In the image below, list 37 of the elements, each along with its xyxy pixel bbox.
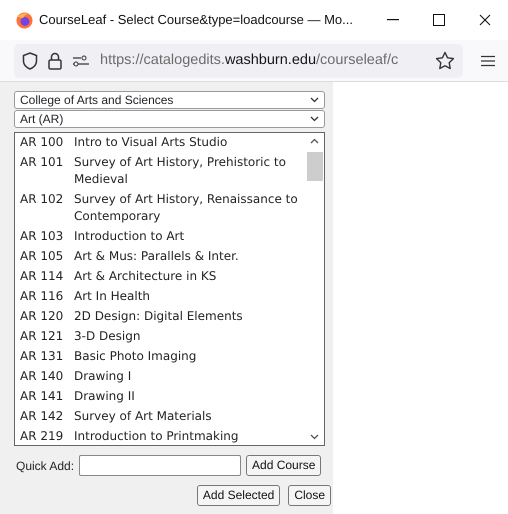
- browser-logo-icon: [16, 12, 33, 28]
- address-bar[interactable]: https://catalogedits.washburn.edu/courseleaf/c: [14, 44, 463, 78]
- quick-add-field[interactable]: [79, 455, 242, 476]
- maximize-icon[interactable]: [433, 14, 445, 26]
- course-option[interactable]: AR 120 2D Design: Digital Elements: [20, 308, 306, 325]
- course-option[interactable]: AR 114 Art & Architecture in KS: [20, 268, 306, 285]
- add-course-button[interactable]: Add Course: [246, 455, 322, 476]
- close-button[interactable]: Close: [288, 485, 331, 506]
- course-option[interactable]: AR 105 Art & Mus: Parallels & Inter.: [20, 248, 306, 265]
- college-select[interactable]: College of Arts and Sciences: [14, 91, 325, 109]
- minimize-icon[interactable]: [387, 19, 399, 21]
- close-icon[interactable]: [479, 14, 491, 26]
- star-icon[interactable]: [435, 51, 455, 70]
- add-selected-button[interactable]: Add Selected: [196, 485, 280, 506]
- course-option[interactable]: AR 131 Basic Photo Imaging: [20, 348, 306, 365]
- scrollbar-thumb[interactable]: [307, 152, 323, 181]
- course-option[interactable]: AR 103 Introduction to Art: [20, 228, 306, 245]
- course-option[interactable]: AR 101 Survey of Art History, Prehistoric to Medieval: [20, 154, 306, 188]
- course-option[interactable]: AR 141 Drawing II: [20, 388, 306, 405]
- window-title: CourseLeaf - Select Course&type=loadcourse — Mo...: [39, 11, 354, 30]
- course-option[interactable]: AR 219 Introduction to Printmaking: [20, 428, 306, 445]
- menu-icon[interactable]: [481, 54, 495, 66]
- lock-icon[interactable]: [48, 52, 62, 70]
- course-option[interactable]: AR 102 Survey of Art History, Renaissance to Contemporary: [20, 191, 306, 225]
- course-option[interactable]: AR 140 Drawing I: [20, 368, 306, 385]
- shield-icon[interactable]: [22, 52, 38, 70]
- course-option[interactable]: AR 142 Survey of Art Materials: [20, 408, 306, 425]
- course-option[interactable]: AR 121 3-D Design: [20, 328, 306, 345]
- course-option[interactable]: AR 116 Art In Health: [20, 288, 306, 305]
- scroll-down-icon[interactable]: [310, 434, 319, 440]
- scroll-up-icon[interactable]: [310, 138, 319, 144]
- course-option[interactable]: AR 100 Intro to Visual Arts Studio: [20, 134, 306, 151]
- url-text: https://catalogedits.washburn.edu/courseleaf/c: [100, 50, 400, 70]
- permissions-icon[interactable]: [72, 54, 90, 66]
- course-listbox[interactable]: [14, 132, 325, 446]
- quick-add-label: Quick Add:: [16, 458, 74, 474]
- department-select[interactable]: Art (AR): [14, 110, 325, 128]
